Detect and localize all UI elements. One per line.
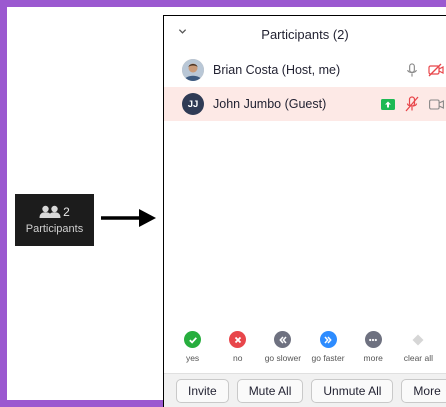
reaction-label: no <box>233 353 243 363</box>
reaction-yes[interactable]: yes <box>171 331 215 363</box>
participants-icon-group: 2 <box>39 205 70 219</box>
chevron-down-icon[interactable] <box>178 27 187 36</box>
panel-title: Participants (2) <box>261 27 349 42</box>
reaction-label: go faster <box>311 353 345 363</box>
nonverbal-feedback-bar: yes no go slower go faster more clear al… <box>164 331 446 373</box>
reaction-clear-all[interactable]: clear all <box>396 331 440 363</box>
reaction-label: yes <box>185 353 200 363</box>
x-icon <box>229 331 247 348</box>
more-label: More <box>413 384 441 398</box>
fast-forward-icon <box>319 331 337 348</box>
invite-button[interactable]: Invite <box>176 379 229 403</box>
microphone-icon[interactable] <box>406 62 418 78</box>
unmute-all-button[interactable]: Unmute All <box>311 379 394 403</box>
participants-count: 2 <box>63 205 70 219</box>
video-icon[interactable] <box>429 98 444 110</box>
participant-controls <box>381 87 446 121</box>
eraser-icon <box>410 331 427 348</box>
right-arrow-icon <box>101 209 156 227</box>
reaction-no[interactable]: no <box>216 331 260 363</box>
panel-header: Participants (2) <box>164 16 446 53</box>
reaction-more[interactable]: more <box>351 331 395 363</box>
participant-name: John Jumbo (Guest) <box>213 97 327 111</box>
check-icon <box>184 331 202 348</box>
mute-all-button[interactable]: Mute All <box>236 379 304 403</box>
panel-footer: Invite Mute All Unmute All More <box>164 373 446 407</box>
reaction-go-faster[interactable]: go faster <box>306 331 350 363</box>
avatar: JJ <box>182 93 204 115</box>
participants-label: Participants <box>25 223 84 235</box>
video-off-icon[interactable] <box>428 63 444 77</box>
avatar <box>182 59 204 81</box>
reaction-go-slower[interactable]: go slower <box>261 331 305 363</box>
participant-row-host[interactable]: Brian Costa (Host, me) <box>164 53 446 87</box>
more-button[interactable]: More <box>401 379 446 403</box>
microphone-muted-icon[interactable] <box>405 96 419 112</box>
reaction-label: more <box>363 353 383 363</box>
toolbar-participants-button[interactable]: 2 Participants <box>15 194 94 246</box>
ellipsis-icon <box>364 331 382 348</box>
participant-row-guest[interactable]: JJ John Jumbo (Guest) <box>164 87 446 121</box>
participant-controls <box>406 53 446 87</box>
share-screen-icon[interactable] <box>381 98 395 110</box>
participant-name: Brian Costa (Host, me) <box>213 63 341 77</box>
participants-panel: Participants (2) Brian Costa (Host, me) <box>163 15 446 407</box>
rewind-icon <box>274 331 292 348</box>
reaction-label: clear all <box>403 353 433 363</box>
reaction-label: go slower <box>264 353 302 363</box>
participants-icon <box>39 205 61 218</box>
